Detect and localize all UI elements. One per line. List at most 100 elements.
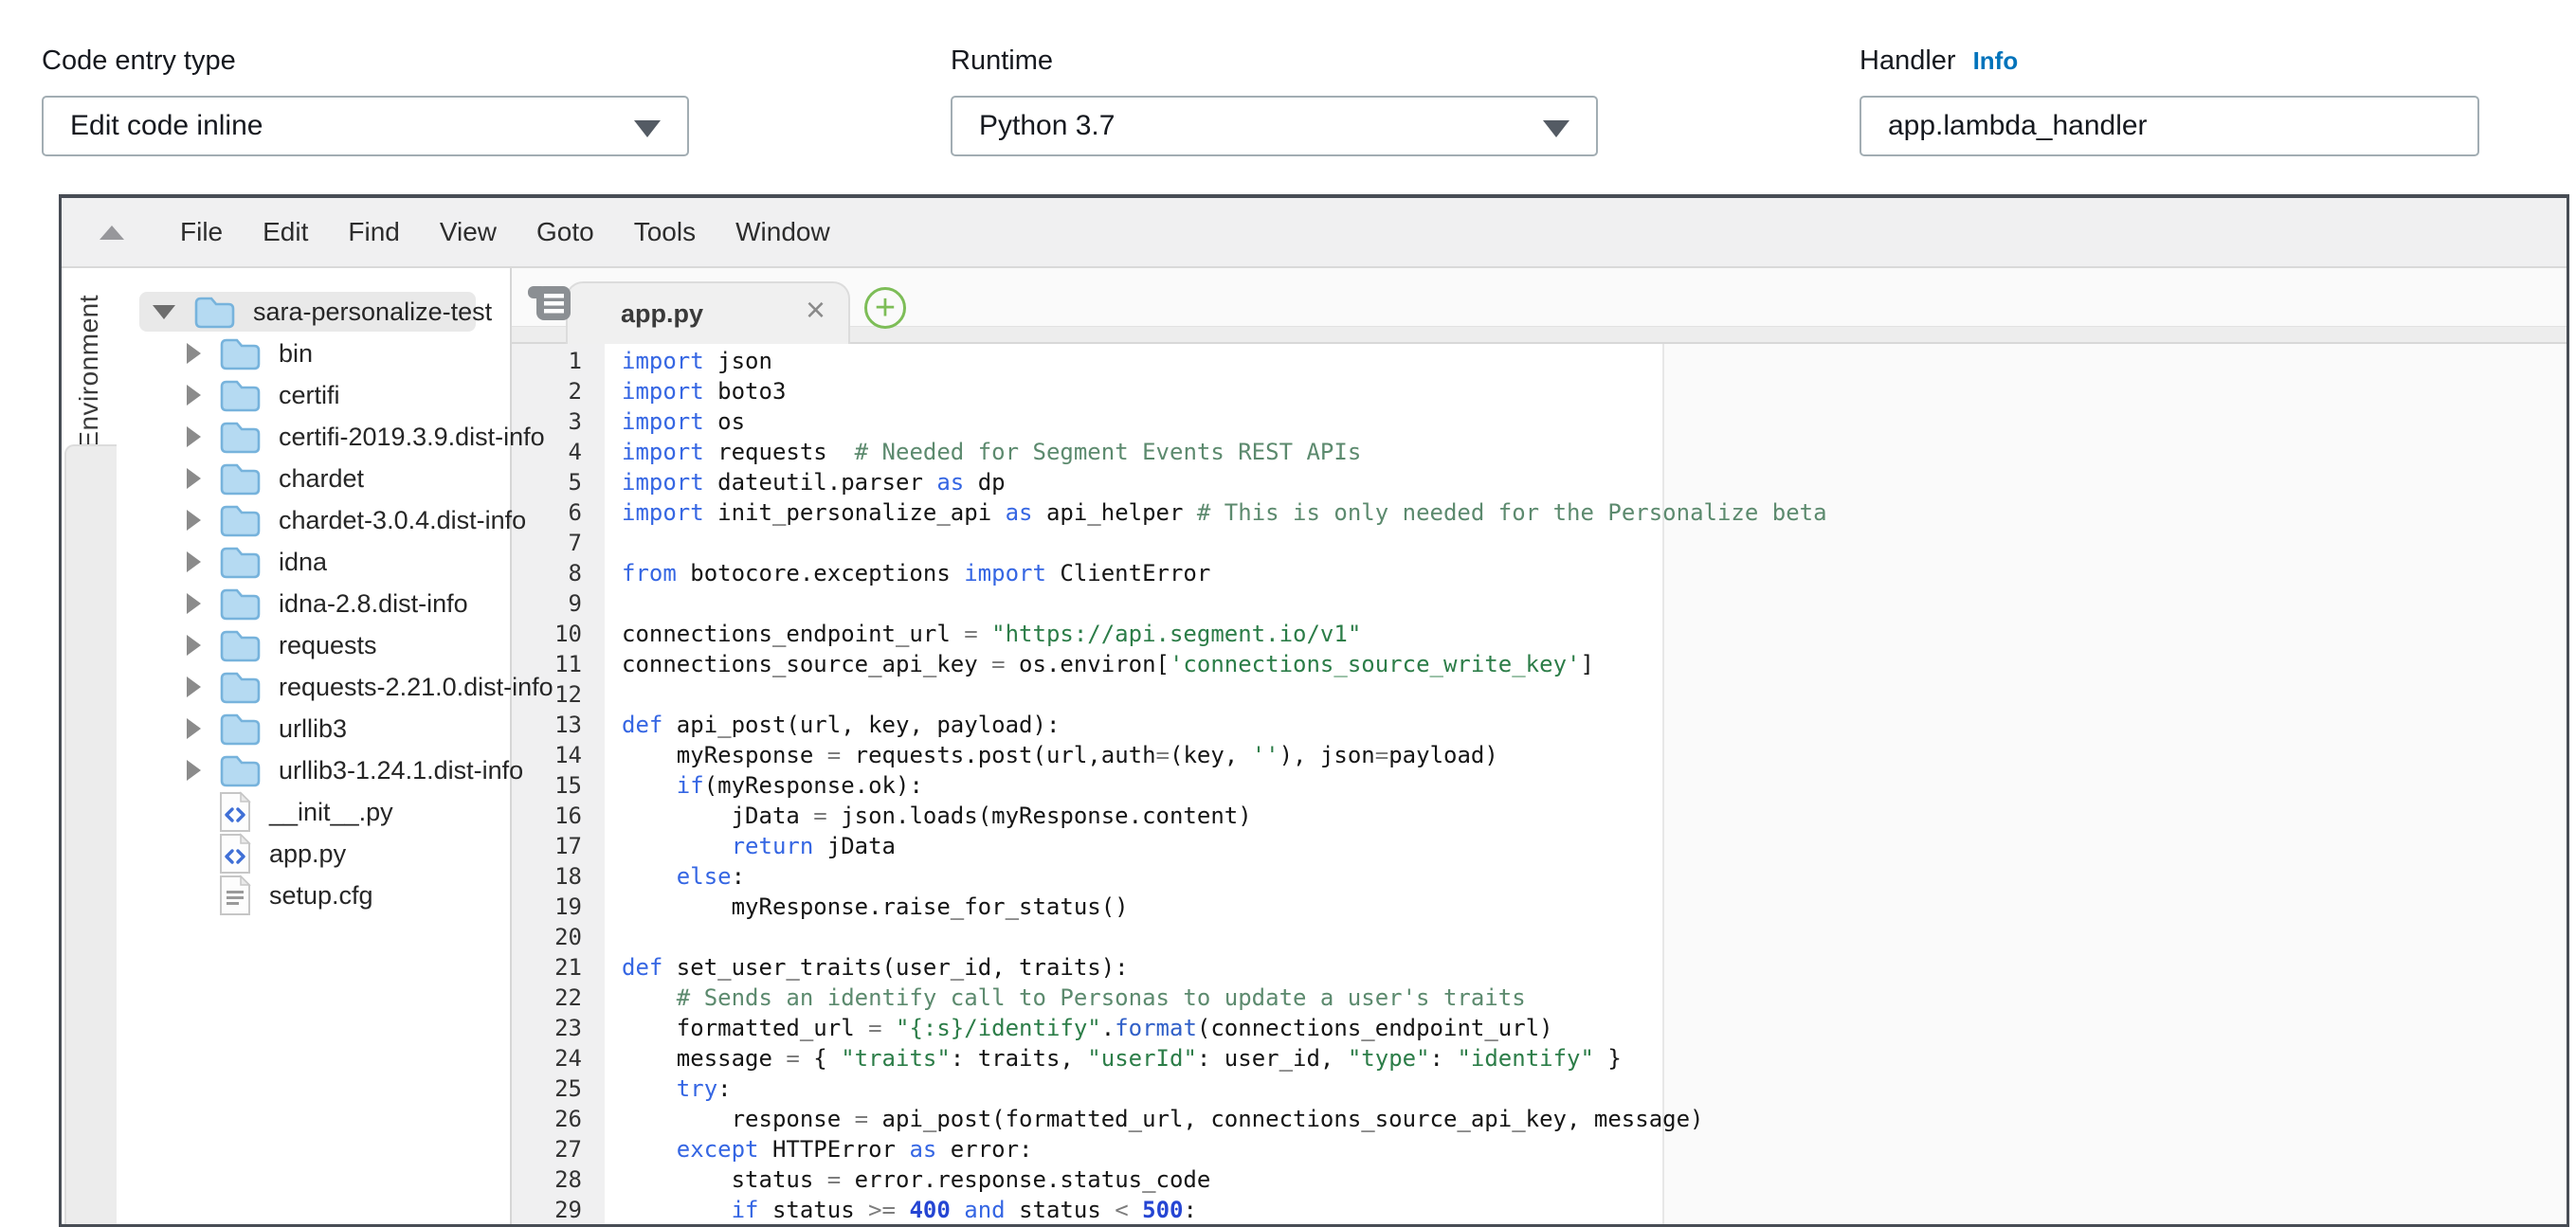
menu-item-tools[interactable]: Tools <box>614 217 716 247</box>
tree-item-folder-certifi-2019.3.9.dist-info[interactable]: certifi-2019.3.9.dist-info <box>117 416 510 458</box>
tab-app-py[interactable]: app.py × <box>566 281 850 344</box>
tree-item-label: chardet <box>279 464 364 494</box>
code-line-14: myResponse = requests.post(url,auth=(key… <box>605 740 2567 770</box>
expand-arrow-icon[interactable] <box>187 635 201 656</box>
handler-info-link[interactable]: Info <box>1973 46 2019 76</box>
tree-item-folder-certifi[interactable]: certifi <box>117 374 510 416</box>
line-number: 21 <box>512 952 605 983</box>
close-tab-icon[interactable]: × <box>806 293 825 327</box>
line-number: 2 <box>512 376 605 406</box>
runtime-value: Python 3.7 <box>979 110 1115 142</box>
editor-menubar: FileEditFindViewGotoToolsWindow <box>62 198 2567 268</box>
new-tab-button[interactable]: + <box>864 287 906 329</box>
expand-arrow-icon[interactable] <box>187 468 201 489</box>
menu-item-find[interactable]: Find <box>328 217 419 247</box>
tree-item-label: urllib3 <box>279 714 347 744</box>
expand-arrow-icon[interactable] <box>187 385 201 406</box>
folder-icon <box>218 377 262 413</box>
tree-item-file-app.py[interactable]: app.py <box>117 833 510 875</box>
chevron-down-icon <box>1543 120 1569 137</box>
code-entry-type-value: Edit code inline <box>70 110 263 142</box>
tree-item-label: app.py <box>269 839 346 869</box>
code-line-3: import os <box>605 406 2567 437</box>
code-line-17: return jData <box>605 831 2567 861</box>
tree-item-folder-requests-2.21.0.dist-info[interactable]: requests-2.21.0.dist-info <box>117 666 510 708</box>
code-entry-type-select[interactable]: Edit code inline <box>42 96 689 156</box>
expand-arrow-icon[interactable] <box>187 343 201 364</box>
code-line-22: # Sends an identify call to Personas to … <box>605 983 2567 1013</box>
code-line-26: response = api_post(formatted_url, conne… <box>605 1104 2567 1134</box>
editor-tabstrip: app.py × + <box>512 268 2567 344</box>
code-line-28: status = error.response.status_code <box>605 1164 2567 1195</box>
tree-item-folder-urllib3-1.24.1.dist-info[interactable]: urllib3-1.24.1.dist-info <box>117 749 510 791</box>
tree-item-folder-chardet-3.0.4.dist-info[interactable]: chardet-3.0.4.dist-info <box>117 499 510 541</box>
menu-item-view[interactable]: View <box>420 217 517 247</box>
folder-icon <box>218 752 262 788</box>
menu-item-window[interactable]: Window <box>716 217 850 247</box>
menu-item-goto[interactable]: Goto <box>517 217 614 247</box>
code-line-23: formatted_url = "{:s}/identify".format(c… <box>605 1013 2567 1043</box>
code-entry-type-label: Code entry type <box>42 45 689 77</box>
line-number: 15 <box>512 770 605 801</box>
expand-arrow-icon[interactable] <box>187 510 201 531</box>
tree-item-folder-idna-2.8.dist-info[interactable]: idna-2.8.dist-info <box>117 583 510 624</box>
code-line-13: def api_post(url, key, payload): <box>605 710 2567 740</box>
handler-label-text: Handler <box>1859 45 1956 77</box>
tree-item-folder-urllib3[interactable]: urllib3 <box>117 708 510 749</box>
line-number: 9 <box>512 588 605 619</box>
folder-icon <box>218 627 262 663</box>
tree-item-file-__init__.py[interactable]: __init__.py <box>117 791 510 833</box>
handler-label: Handler Info <box>1859 45 2479 77</box>
expand-arrow-icon[interactable] <box>187 593 201 614</box>
tree-item-root[interactable]: sara-personalize-test <box>117 291 510 333</box>
folder-icon <box>218 460 262 496</box>
collapse-arrow-icon[interactable] <box>153 305 175 319</box>
tree-item-folder-requests[interactable]: requests <box>117 624 510 666</box>
lambda-code-settings-row: Code entry type Edit code inline Runtime… <box>0 0 2576 194</box>
expand-arrow-icon[interactable] <box>187 718 201 739</box>
code-line-11: connections_source_api_key = os.environ[… <box>605 649 2567 679</box>
line-number: 26 <box>512 1104 605 1134</box>
menu-items: FileEditFindViewGotoToolsWindow <box>160 217 850 247</box>
code-entry-type-field: Code entry type Edit code inline <box>42 45 689 156</box>
line-number: 17 <box>512 831 605 861</box>
expand-arrow-icon[interactable] <box>187 760 201 781</box>
tree-item-label: urllib3-1.24.1.dist-info <box>279 756 523 785</box>
handler-field: Handler Info <box>1859 45 2479 156</box>
code-line-5: import dateutil.parser as dp <box>605 467 2567 497</box>
line-number: 1 <box>512 346 605 376</box>
menu-item-edit[interactable]: Edit <box>243 217 328 247</box>
tree-item-folder-chardet[interactable]: chardet <box>117 458 510 499</box>
runtime-select[interactable]: Python 3.7 <box>951 96 1598 156</box>
code-line-2: import boto3 <box>605 376 2567 406</box>
folder-icon <box>218 669 262 705</box>
folder-icon <box>218 711 262 747</box>
tree-item-file-setup.cfg[interactable]: setup.cfg <box>117 875 510 916</box>
code-line-21: def set_user_traits(user_id, traits): <box>605 952 2567 983</box>
expand-arrow-icon[interactable] <box>187 426 201 447</box>
code-editor-window: FileEditFindViewGotoToolsWindow Environm… <box>59 194 2569 1227</box>
menu-item-file[interactable]: File <box>160 217 243 247</box>
tree-item-label: requests <box>279 631 377 660</box>
line-number: 28 <box>512 1164 605 1195</box>
handler-input[interactable] <box>1859 96 2479 156</box>
code-pane[interactable]: import jsonimport boto3import osimport r… <box>605 344 2567 1225</box>
tree-item-folder-bin[interactable]: bin <box>117 333 510 374</box>
expand-arrow-icon[interactable] <box>187 551 201 572</box>
left-dock-strip: Environment <box>62 268 117 1225</box>
expand-arrow-icon[interactable] <box>187 677 201 697</box>
code-area: 1234567891011121314151617181920212223242… <box>512 344 2567 1225</box>
line-number: 5 <box>512 467 605 497</box>
open-files-list-button[interactable] <box>525 281 574 330</box>
folder-icon <box>218 419 262 455</box>
line-number: 22 <box>512 983 605 1013</box>
tree-item-folder-idna[interactable]: idna <box>117 541 510 583</box>
folder-icon <box>192 294 236 330</box>
python-file-icon <box>218 833 252 875</box>
line-number: 25 <box>512 1074 605 1104</box>
tree-item-label: certifi-2019.3.9.dist-info <box>279 423 545 452</box>
collapse-editor-icon[interactable] <box>100 226 124 240</box>
code-line-24: message = { "traits": traits, "userId": … <box>605 1043 2567 1074</box>
tab-environment[interactable]: Environment <box>62 268 117 444</box>
line-number: 14 <box>512 740 605 770</box>
